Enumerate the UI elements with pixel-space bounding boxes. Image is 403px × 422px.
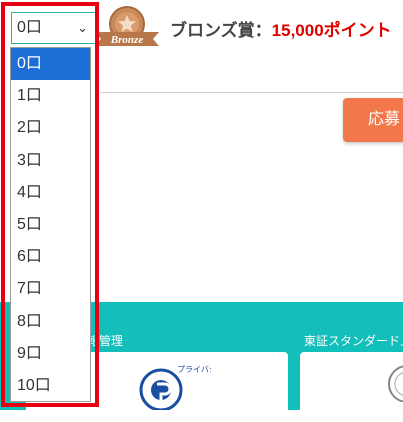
stamp-icon [388,365,403,402]
card-label-listing: 東証スタンダード上 [304,334,403,348]
divider [100,92,403,93]
prize-points: 15,000ポイント [271,21,392,40]
privacy-mark-text: プライバシー [177,365,211,374]
prize-label: ブロンズ賞： [170,21,272,40]
highlight-frame [1,2,99,407]
star-medal-icon: Bronze [95,6,159,46]
medal-label: Bronze [110,34,144,46]
apply-button[interactable]: 応募 [343,98,403,142]
prize-text: ブロンズ賞：15,000ポイント [170,16,392,41]
apply-button-label: 応募 [368,111,401,128]
privacy-mark-icon: プライバシー [139,365,211,410]
